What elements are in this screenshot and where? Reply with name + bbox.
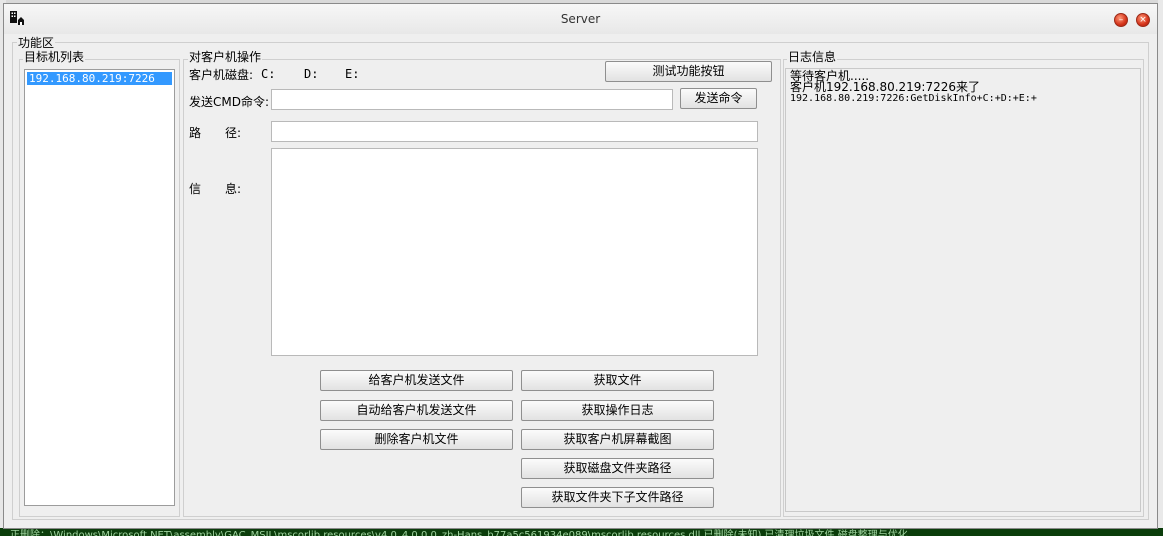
cmd-input[interactable] <box>271 89 673 110</box>
info-textarea[interactable] <box>271 148 758 356</box>
log-line: 192.168.80.219:7226:GetDiskInfo+C:+D:+E:… <box>790 93 1037 104</box>
background-console-text: 正删除：\Windows\Microsoft.NET\assembly\GAC_… <box>10 530 908 536</box>
desktop-background-right <box>1158 0 1163 536</box>
target-list-item[interactable]: 192.168.80.219:7226 <box>27 72 172 85</box>
minimize-button[interactable]: – <box>1114 13 1128 27</box>
client-ops-title: 对客户机操作 <box>188 48 263 65</box>
log-line: 客户机192.168.80.219:7226来了 <box>790 80 981 94</box>
get-disk-paths-button[interactable]: 获取磁盘文件夹路径 <box>521 458 714 479</box>
send-cmd-button[interactable]: 发送命令 <box>680 88 757 109</box>
target-list[interactable]: 192.168.80.219:7226 <box>24 69 175 506</box>
path-input[interactable] <box>271 121 758 142</box>
drive-c: C: <box>261 67 276 81</box>
close-icon: × <box>1139 15 1147 25</box>
server-window: Server – × 功能区 目标机列表 192.168.80.219:7226… <box>3 3 1158 529</box>
disk-label: 客户机磁盘: <box>189 68 254 82</box>
delete-file-button[interactable]: 删除客户机文件 <box>320 429 513 450</box>
minimize-icon: – <box>1118 15 1124 25</box>
send-file-button[interactable]: 给客户机发送文件 <box>320 370 513 391</box>
get-file-button[interactable]: 获取文件 <box>521 370 714 391</box>
drive-d: D: <box>304 67 319 81</box>
cmd-label: 发送CMD命令: <box>189 95 270 109</box>
get-screenshot-button[interactable]: 获取客户机屏幕截图 <box>521 429 714 450</box>
info-label: 信 息: <box>189 182 242 196</box>
window-title: Server <box>560 12 601 26</box>
get-subfolder-paths-button[interactable]: 获取文件夹下子文件路径 <box>521 487 714 508</box>
background-console-strip: 正删除：\Windows\Microsoft.NET\assembly\GAC_… <box>0 528 1163 536</box>
auto-send-file-button[interactable]: 自动给客户机发送文件 <box>320 400 513 421</box>
test-function-button[interactable]: 测试功能按钮 <box>605 61 772 82</box>
log-title: 日志信息 <box>787 48 838 65</box>
log-textarea[interactable]: 等待客户机..... 客户机192.168.80.219:7226来了 192.… <box>785 68 1141 512</box>
target-list-title: 目标机列表 <box>23 48 86 65</box>
title-bar[interactable]: Server – × <box>4 4 1157 34</box>
path-label: 路 径: <box>189 126 242 140</box>
close-button[interactable]: × <box>1136 13 1150 27</box>
get-log-button[interactable]: 获取操作日志 <box>521 400 714 421</box>
drive-e: E: <box>345 67 360 81</box>
